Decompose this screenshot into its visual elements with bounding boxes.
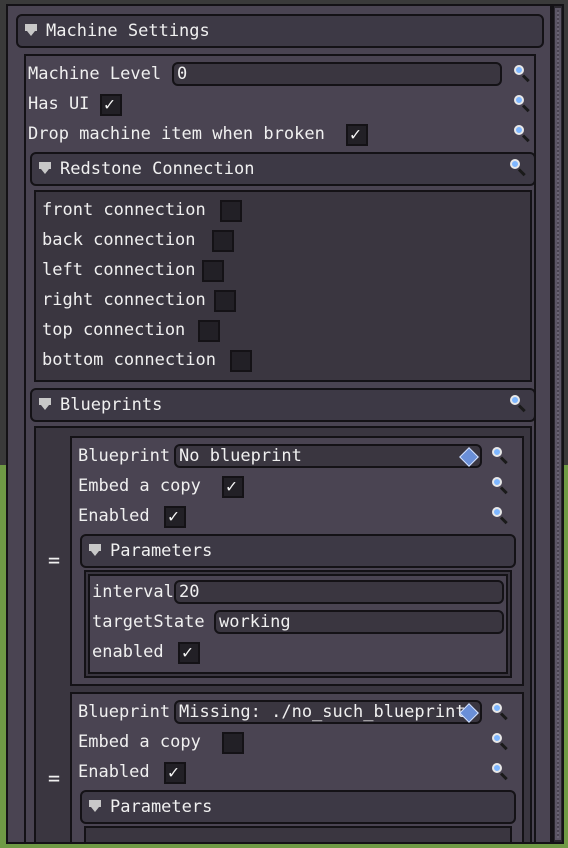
- check-icon: ✓: [104, 94, 115, 115]
- blueprint-label: Blueprint: [78, 702, 171, 722]
- collapse-arrow-icon: [38, 162, 52, 176]
- back-connection-checkbox[interactable]: [212, 230, 234, 252]
- collapse-arrow-icon: [88, 800, 102, 814]
- parameters-header[interactable]: Parameters: [80, 534, 516, 568]
- search-icon[interactable]: [512, 124, 532, 144]
- collapse-arrow-icon: [88, 544, 102, 558]
- machine-level-input[interactable]: 0: [172, 62, 502, 86]
- right-connection-label: right connection: [42, 290, 206, 310]
- redstone-connection-title: Redstone Connection: [60, 159, 255, 179]
- redstone-connection-header[interactable]: Redstone Connection: [30, 152, 536, 186]
- front-connection-checkbox[interactable]: [220, 200, 242, 222]
- embed-copy-label: Embed a copy: [78, 476, 201, 496]
- check-icon: ✓: [168, 762, 179, 783]
- back-connection-label: back connection: [42, 230, 196, 250]
- parameters-title: Parameters: [110, 541, 213, 561]
- drop-item-label: Drop machine item when broken: [28, 124, 325, 144]
- drag-handle[interactable]: =: [48, 548, 60, 572]
- interval-label: interval: [92, 582, 174, 602]
- check-icon: ✓: [182, 642, 193, 663]
- search-icon[interactable]: [512, 64, 532, 84]
- enabled-label: Enabled: [78, 506, 150, 526]
- check-icon: ✓: [226, 476, 237, 497]
- front-connection-label: front connection: [42, 200, 206, 220]
- search-icon[interactable]: [512, 94, 532, 114]
- bottom-connection-checkbox[interactable]: [230, 350, 252, 372]
- has-ui-label: Has UI: [28, 94, 90, 114]
- param-enabled-checkbox[interactable]: ✓: [178, 642, 200, 664]
- check-icon: ✓: [350, 124, 361, 145]
- vertical-scrollbar[interactable]: [552, 4, 564, 844]
- embed-copy-checkbox[interactable]: [222, 732, 244, 754]
- scrollbar-thumb[interactable]: [555, 8, 561, 840]
- top-connection-label: top connection: [42, 320, 186, 340]
- parameters-header[interactable]: Parameters: [80, 790, 516, 824]
- search-icon[interactable]: [490, 732, 510, 752]
- blueprints-header[interactable]: Blueprints: [30, 388, 536, 422]
- blueprint-selector[interactable]: No blueprint: [174, 444, 482, 468]
- blueprints-title: Blueprints: [60, 395, 163, 415]
- interval-input[interactable]: 20: [174, 580, 504, 604]
- target-state-label: targetState: [92, 612, 205, 632]
- right-connection-checkbox[interactable]: [214, 290, 236, 312]
- search-icon[interactable]: [490, 762, 510, 782]
- has-ui-checkbox[interactable]: ✓: [100, 94, 122, 116]
- collapse-arrow-icon: [38, 398, 52, 412]
- drop-item-checkbox[interactable]: ✓: [346, 124, 368, 146]
- top-connection-checkbox[interactable]: [198, 320, 220, 342]
- machine-level-label: Machine Level: [28, 64, 162, 84]
- param-enabled-label: enabled: [92, 642, 164, 662]
- search-icon[interactable]: [508, 158, 528, 178]
- enabled-label: Enabled: [78, 762, 150, 782]
- collapse-arrow-icon: [24, 24, 38, 38]
- embed-copy-label: Embed a copy: [78, 732, 201, 752]
- enabled-checkbox[interactable]: ✓: [164, 506, 186, 528]
- search-icon[interactable]: [490, 506, 510, 526]
- blueprint-label: Blueprint: [78, 446, 171, 466]
- check-icon: ✓: [168, 506, 179, 527]
- left-connection-label: left connection: [42, 260, 196, 280]
- drag-handle[interactable]: =: [48, 766, 60, 790]
- machine-settings-title: Machine Settings: [46, 21, 210, 41]
- machine-settings-window: Machine Settings Machine Level 0 Has UI …: [6, 4, 552, 844]
- left-connection-checkbox[interactable]: [202, 260, 224, 282]
- machine-settings-header[interactable]: Machine Settings: [16, 14, 544, 48]
- embed-copy-checkbox[interactable]: ✓: [222, 476, 244, 498]
- search-icon[interactable]: [490, 446, 510, 466]
- search-icon[interactable]: [490, 702, 510, 722]
- search-icon[interactable]: [490, 476, 510, 496]
- enabled-checkbox[interactable]: ✓: [164, 762, 186, 784]
- bottom-connection-label: bottom connection: [42, 350, 216, 370]
- parameters-title: Parameters: [110, 797, 213, 817]
- blueprint-selector[interactable]: Missing: ./no_such_blueprint: [174, 700, 482, 724]
- parameters-panel: [84, 826, 512, 842]
- target-state-input[interactable]: working: [214, 610, 504, 634]
- search-icon[interactable]: [508, 394, 528, 414]
